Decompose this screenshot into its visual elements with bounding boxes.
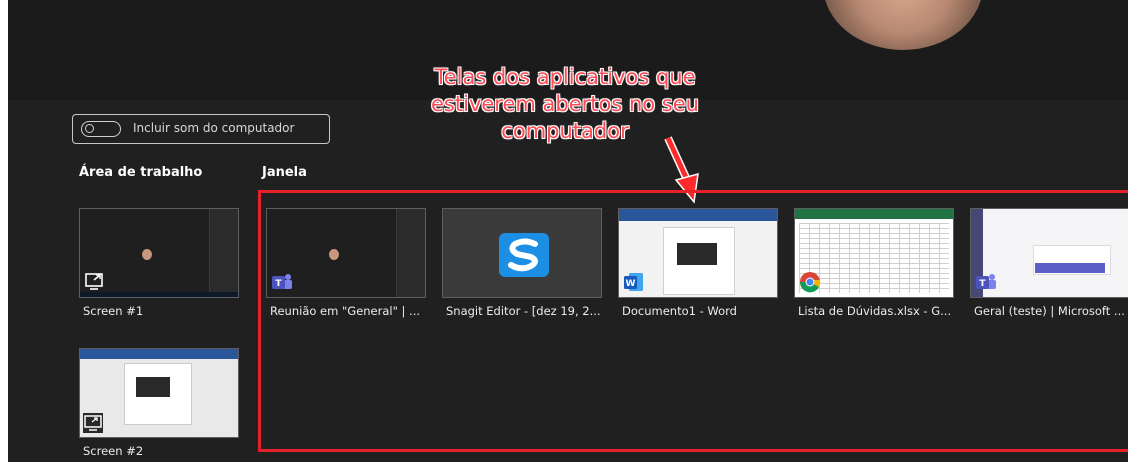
window-section-title: Janela: [262, 165, 307, 180]
highlight-rectangle: [258, 190, 1128, 452]
annotation-callout: Telas dos aplicativos que estiverem aber…: [400, 64, 730, 145]
share-tray: Incluir som do computador Telas dos apli…: [8, 0, 1128, 462]
screen-preview: [80, 349, 238, 437]
preview-titlebar: [80, 349, 238, 359]
toggle-knob: [85, 124, 94, 133]
include-sound-label: Incluir som do computador: [133, 121, 295, 135]
screen-2-label: Screen #2: [83, 444, 144, 458]
toggle-switch-icon[interactable]: [81, 121, 121, 137]
participant-video: [823, 0, 983, 50]
screen-1-thumbnail[interactable]: [79, 208, 239, 298]
desktop-section-title: Área de trabalho: [79, 165, 203, 180]
share-screen-icon: [85, 273, 103, 290]
annotation-line: estiverem abertos no seu: [431, 92, 699, 116]
screen-badge: [83, 413, 103, 433]
include-sound-toggle[interactable]: Incluir som do computador: [72, 114, 330, 144]
preview-sidepanel: [209, 209, 238, 297]
preview-face: [142, 249, 152, 260]
screen-1-label: Screen #1: [83, 304, 144, 318]
screen-2-thumbnail[interactable]: [79, 348, 239, 438]
preview-image: [136, 377, 170, 397]
annotation-line: Telas dos aplicativos que: [434, 65, 696, 89]
share-screen-icon: [84, 415, 102, 431]
